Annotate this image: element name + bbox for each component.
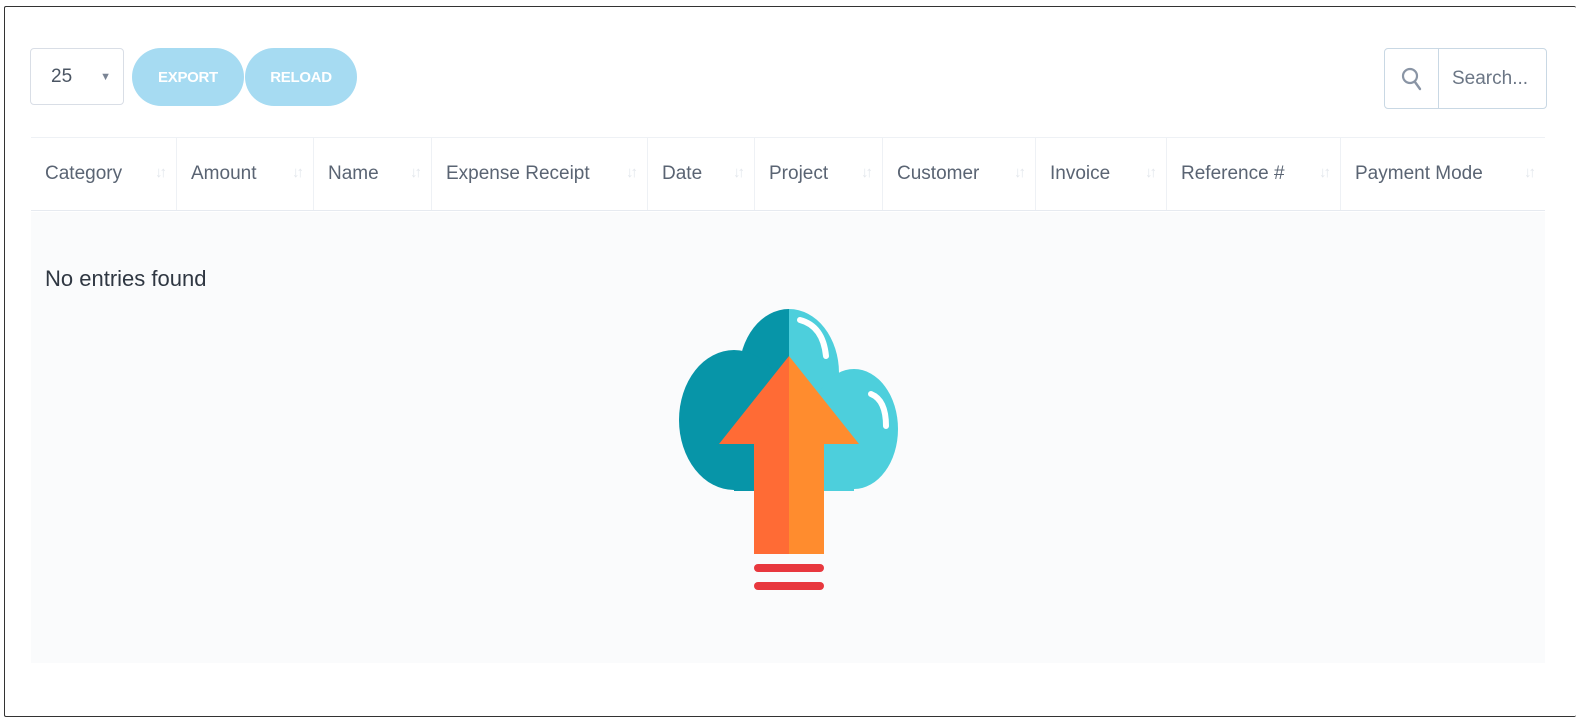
column-label: Reference # [1181,163,1285,184]
column-header-project[interactable]: Project ↓↑ [755,138,883,210]
caret-down-icon: ▼ [100,71,111,83]
column-header-reference[interactable]: Reference # ↓↑ [1167,138,1341,210]
column-header-date[interactable]: Date ↓↑ [648,138,755,210]
sort-icon: ↓↑ [626,164,638,181]
search-icon[interactable] [1385,49,1439,108]
column-label: Expense Receipt [446,163,590,184]
sort-icon: ↓↑ [1524,164,1536,181]
column-header-invoice[interactable]: Invoice ↓↑ [1036,138,1167,210]
column-label: Payment Mode [1355,163,1483,184]
sort-icon: ↓↑ [1014,164,1026,181]
column-header-payment-mode[interactable]: Payment Mode ↓↑ [1341,138,1545,210]
page-length-select[interactable]: 25 ▼ [30,48,124,105]
search-input[interactable] [1439,49,1546,108]
empty-message: No entries found [45,266,207,291]
column-header-category[interactable]: Category ↓↑ [31,138,177,210]
sort-icon: ↓↑ [292,164,304,181]
column-label: Amount [191,163,257,184]
column-label: Name [328,163,379,184]
sort-icon: ↓↑ [410,164,422,181]
sort-icon: ↓↑ [1145,164,1157,181]
search-box [1384,48,1547,109]
column-header-customer[interactable]: Customer ↓↑ [883,138,1036,210]
column-label: Invoice [1050,163,1111,184]
column-label: Category [45,163,123,184]
sort-icon: ↓↑ [861,164,873,181]
table-header: Category ↓↑ Amount ↓↑ Name ↓↑ Expense Re… [31,137,1545,211]
sort-icon: ↓↑ [733,164,745,181]
export-button[interactable]: EXPORT [132,48,244,106]
reload-button[interactable]: RELOAD [245,48,357,106]
cloud-upload-icon [679,309,898,590]
table-body-empty: No entries found [31,212,1545,663]
column-header-amount[interactable]: Amount ↓↑ [177,138,314,210]
sort-icon: ↓↑ [1319,164,1331,181]
column-label: Project [769,163,829,184]
column-label: Date [662,163,703,184]
page-length-value: 25 [51,65,73,87]
column-header-expense-receipt[interactable]: Expense Receipt ↓↑ [432,138,648,210]
column-label: Customer [897,163,980,184]
sort-icon: ↓↑ [155,164,167,181]
column-header-name[interactable]: Name ↓↑ [314,138,432,210]
